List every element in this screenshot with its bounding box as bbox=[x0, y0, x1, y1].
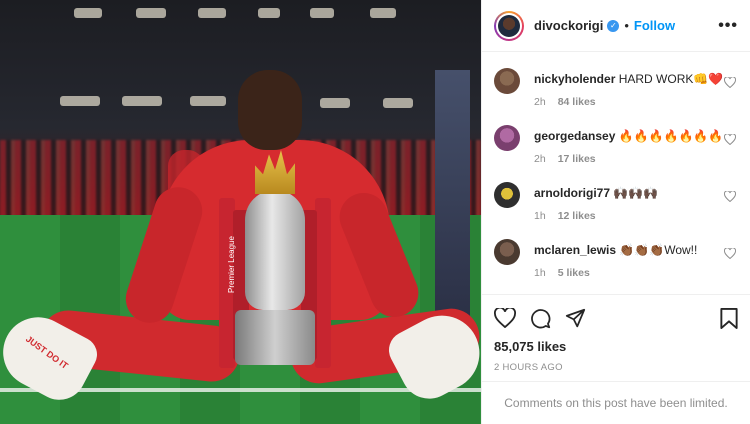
background-player bbox=[435, 70, 470, 330]
comment-time[interactable]: 1h bbox=[534, 267, 546, 279]
boot-text: JUST DO IT bbox=[23, 333, 70, 372]
comment-list: nickyholender HARD WORK👊❤️ 2h 84 likes ge… bbox=[482, 52, 750, 294]
comment-text: HARD WORK👊❤️ bbox=[618, 72, 724, 86]
premier-league-trophy: Premier League bbox=[219, 150, 331, 368]
separator-dot: • bbox=[624, 18, 629, 33]
comment-text: 👏🏾👏🏾👏🏾Wow!! bbox=[619, 243, 698, 257]
player-head bbox=[238, 70, 302, 150]
post-photo[interactable]: JUST DO IT Premier League bbox=[0, 0, 481, 424]
comment-icon[interactable] bbox=[530, 308, 551, 329]
comment-avatar[interactable] bbox=[494, 239, 520, 265]
comment-likes[interactable]: 12 likes bbox=[558, 210, 596, 222]
comment-item: mclaren_lewis 👏🏾👏🏾👏🏾Wow!! 1h 5 likes bbox=[494, 237, 738, 294]
comment-like-heart-icon[interactable] bbox=[724, 237, 738, 294]
comment-avatar[interactable] bbox=[494, 182, 520, 208]
post-time[interactable]: 2 HOURS AGO bbox=[494, 362, 738, 373]
stadium-lights bbox=[0, 8, 481, 108]
comment-like-heart-icon[interactable] bbox=[724, 66, 738, 123]
avatar[interactable] bbox=[494, 10, 524, 41]
comment-item: arnoldorigi77 🙌🏿🙌🏿🙌🏿 1h 12 likes bbox=[494, 180, 738, 237]
comment-like-heart-icon[interactable] bbox=[724, 180, 738, 237]
comments-limited-notice: Comments on this post have been limited. bbox=[482, 381, 750, 424]
trophy-crown bbox=[255, 150, 295, 194]
post-side-panel: divockorigi ✓ • Follow ••• nickyholender… bbox=[481, 0, 750, 424]
instagram-post: JUST DO IT Premier League divockorigi ✓ … bbox=[0, 0, 750, 424]
post-header: divockorigi ✓ • Follow ••• bbox=[482, 0, 750, 52]
post-username[interactable]: divockorigi bbox=[534, 18, 603, 33]
comment-time[interactable]: 1h bbox=[534, 210, 546, 222]
comment-username[interactable]: arnoldorigi77 bbox=[534, 186, 610, 200]
comment-username[interactable]: nickyholender bbox=[534, 72, 615, 86]
comment-like-heart-icon[interactable] bbox=[724, 123, 738, 180]
trophy-ribbon-text: Premier League bbox=[226, 236, 236, 293]
heart-icon[interactable] bbox=[494, 308, 516, 328]
share-icon[interactable] bbox=[565, 308, 586, 329]
comment-time[interactable]: 2h bbox=[534, 153, 546, 165]
comment-likes[interactable]: 84 likes bbox=[558, 96, 596, 108]
comment-text: 🔥🔥🔥🔥🔥🔥🔥 bbox=[618, 129, 724, 143]
more-options-icon[interactable]: ••• bbox=[718, 17, 738, 35]
follow-button[interactable]: Follow bbox=[634, 18, 675, 33]
action-icons-row bbox=[494, 303, 738, 333]
post-actions: 85,075 likes 2 HOURS AGO bbox=[482, 294, 750, 373]
comment-item: nickyholender HARD WORK👊❤️ 2h 84 likes bbox=[494, 66, 738, 123]
comment-time[interactable]: 2h bbox=[534, 96, 546, 108]
comment-avatar[interactable] bbox=[494, 68, 520, 94]
comment-text: 🙌🏿🙌🏿🙌🏿 bbox=[613, 186, 659, 200]
comment-likes[interactable]: 5 likes bbox=[558, 267, 590, 279]
comment-username[interactable]: mclaren_lewis bbox=[534, 243, 616, 257]
comment-username[interactable]: georgedansey bbox=[534, 129, 615, 143]
verified-icon: ✓ bbox=[607, 19, 620, 32]
comment-avatar[interactable] bbox=[494, 125, 520, 151]
comment-likes[interactable]: 17 likes bbox=[558, 153, 596, 165]
bookmark-icon[interactable] bbox=[720, 307, 738, 329]
like-count[interactable]: 85,075 likes bbox=[494, 339, 738, 354]
comment-item: georgedansey 🔥🔥🔥🔥🔥🔥🔥 2h 17 likes bbox=[494, 123, 738, 180]
